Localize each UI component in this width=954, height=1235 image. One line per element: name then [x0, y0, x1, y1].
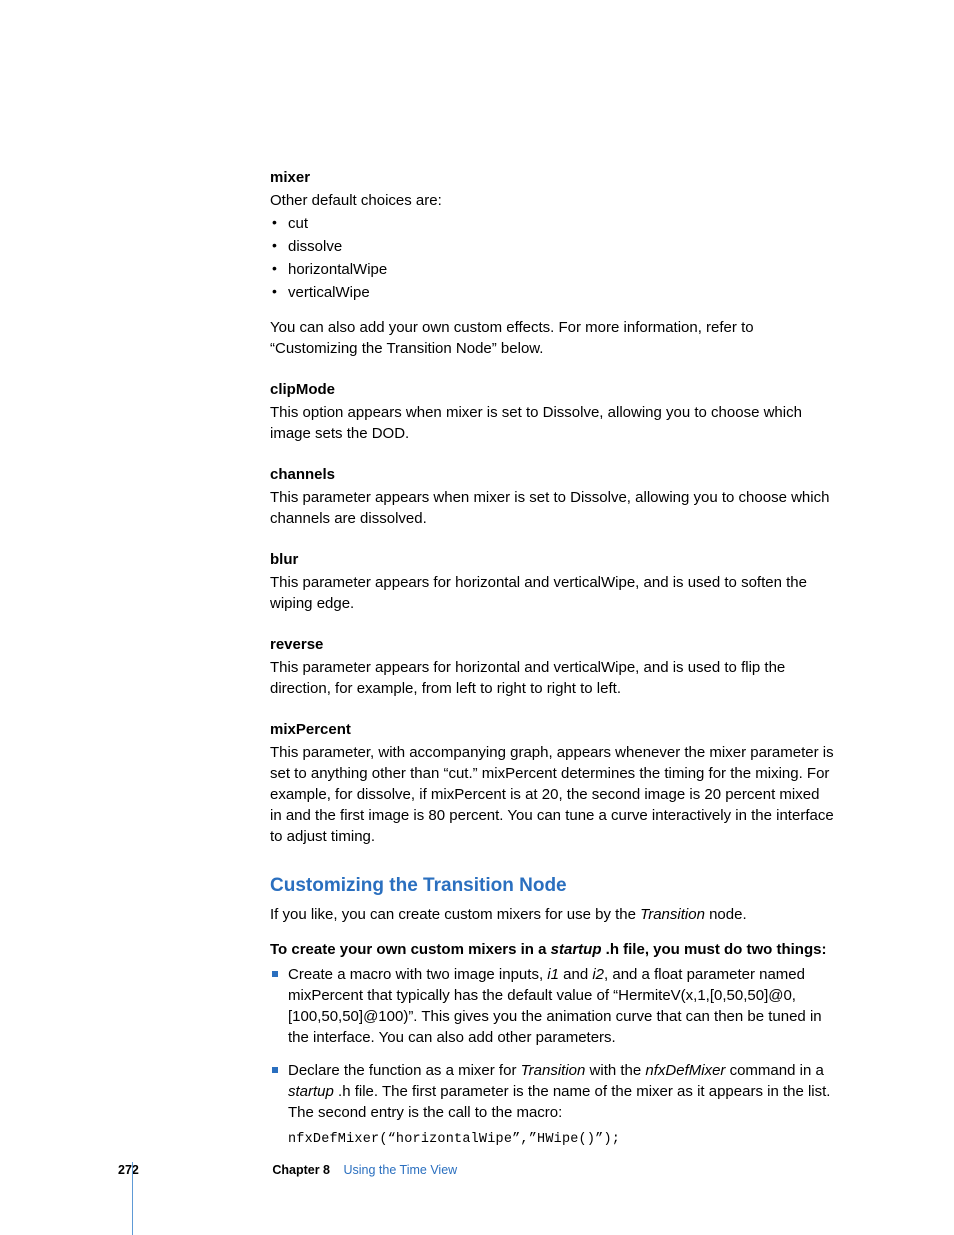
- text: node.: [705, 906, 747, 923]
- chapter-label: Chapter 8: [272, 1163, 330, 1177]
- channels-body: This parameter appears when mixer is set…: [270, 487, 834, 529]
- heading-channels: channels: [270, 464, 834, 485]
- reverse-body: This parameter appears for horizontal an…: [270, 657, 834, 699]
- italic-text: Transition: [521, 1062, 586, 1079]
- bold-text: .h file, you must do two things:: [601, 941, 826, 958]
- text: Declare the function as a mixer for: [288, 1062, 521, 1079]
- text: and: [559, 966, 592, 983]
- list-item: verticalWipe: [270, 282, 834, 303]
- italic-text: Transition: [640, 906, 705, 923]
- page-number: 272: [118, 1163, 139, 1177]
- section-lead: To create your own custom mixers in a st…: [270, 939, 834, 960]
- clipmode-body: This option appears when mixer is set to…: [270, 402, 834, 444]
- section-title: Customizing the Transition Node: [270, 873, 834, 900]
- italic-text: i1: [547, 966, 559, 983]
- heading-clipmode: clipMode: [270, 379, 834, 400]
- mixer-bullets: cut dissolve horizontalWipe verticalWipe: [270, 213, 834, 303]
- list-item: Create a macro with two image inputs, i1…: [270, 964, 834, 1048]
- chapter-title: Using the Time View: [343, 1163, 457, 1177]
- text: .h file. The first parameter is the name…: [288, 1083, 830, 1121]
- code-line: nfxDefMixer(“horizontalWipe”,”HWipe()”);: [288, 1131, 834, 1150]
- mixer-note: You can also add your own custom effects…: [270, 317, 834, 359]
- italic-text: startup: [288, 1083, 334, 1100]
- text: with the: [585, 1062, 645, 1079]
- italic-text: nfxDefMixer: [645, 1062, 725, 1079]
- heading-reverse: reverse: [270, 634, 834, 655]
- bold-italic-text: startup: [551, 941, 602, 958]
- list-item: Declare the function as a mixer for Tran…: [270, 1060, 834, 1150]
- list-item: cut: [270, 213, 834, 234]
- blur-body: This parameter appears for horizontal an…: [270, 572, 834, 614]
- mixer-intro: Other default choices are:: [270, 190, 834, 211]
- page-footer: 272 Chapter 8 Using the Time View: [118, 1163, 457, 1177]
- heading-mixer: mixer: [270, 167, 834, 188]
- mixpercent-body: This parameter, with accompanying graph,…: [270, 742, 834, 847]
- heading-mixpercent: mixPercent: [270, 719, 834, 740]
- content-block: mixer Other default choices are: cut dis…: [270, 167, 834, 1149]
- text: command in a: [725, 1062, 823, 1079]
- steps-list: Create a macro with two image inputs, i1…: [270, 964, 834, 1150]
- section-intro: If you like, you can create custom mixer…: [270, 904, 834, 925]
- side-rule: [132, 1162, 133, 1235]
- heading-blur: blur: [270, 549, 834, 570]
- list-item: horizontalWipe: [270, 259, 834, 280]
- text: Create a macro with two image inputs,: [288, 966, 547, 983]
- bold-text: To create your own custom mixers in a: [270, 941, 551, 958]
- text: If you like, you can create custom mixer…: [270, 906, 640, 923]
- italic-text: i2: [592, 966, 604, 983]
- list-item: dissolve: [270, 236, 834, 257]
- page: mixer Other default choices are: cut dis…: [0, 0, 954, 1235]
